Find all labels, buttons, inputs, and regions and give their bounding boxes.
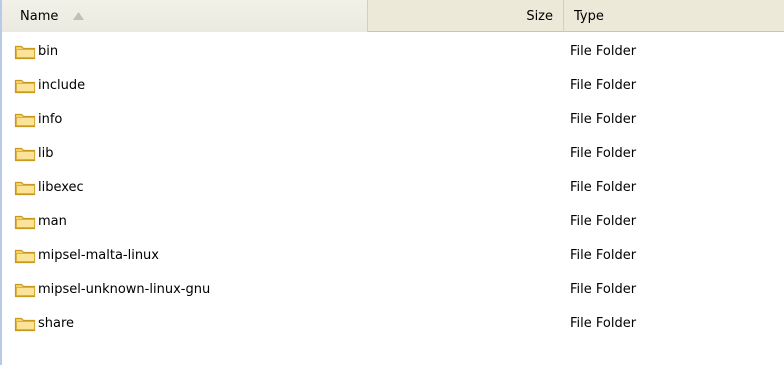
file-name: bin — [38, 43, 59, 59]
file-name: man — [38, 213, 67, 229]
column-header-type-label: Type — [574, 8, 604, 24]
column-header-size-label: Size — [526, 8, 553, 24]
file-list-view: Name Size Type bin File Folder include F… — [0, 0, 784, 365]
file-name-cell[interactable]: include — [14, 68, 85, 102]
file-row[interactable]: share File Folder — [2, 306, 784, 340]
file-name: include — [38, 77, 86, 93]
file-name-cell[interactable]: share — [14, 306, 74, 340]
file-name: lib — [38, 145, 54, 161]
folder-icon — [14, 113, 36, 128]
file-row[interactable]: info File Folder — [2, 102, 784, 136]
file-name: mipsel-unknown-linux-gnu — [38, 281, 211, 297]
folder-icon — [14, 45, 36, 60]
folder-icon — [14, 249, 36, 264]
column-header-name-label: Name — [20, 8, 59, 24]
column-header-name[interactable]: Name — [2, 0, 368, 32]
file-row[interactable]: bin File Folder — [2, 34, 784, 68]
file-row[interactable]: mipsel-malta-linux File Folder — [2, 238, 784, 272]
file-type: File Folder — [570, 179, 637, 195]
file-name-cell[interactable]: libexec — [14, 170, 84, 204]
file-name-cell[interactable]: bin — [14, 34, 58, 68]
sort-ascending-icon — [73, 12, 85, 20]
file-type: File Folder — [570, 111, 637, 127]
file-type: File Folder — [570, 247, 637, 263]
column-header-bar: Name Size Type — [2, 0, 784, 32]
folder-icon — [14, 215, 36, 230]
file-row[interactable]: man File Folder — [2, 204, 784, 238]
folder-icon — [14, 181, 36, 196]
file-type: File Folder — [570, 213, 637, 229]
file-name-cell[interactable]: man — [14, 204, 67, 238]
file-type: File Folder — [570, 43, 637, 59]
file-name-cell[interactable]: mipsel-unknown-linux-gnu — [14, 272, 210, 306]
file-type: File Folder — [570, 281, 637, 297]
file-row[interactable]: lib File Folder — [2, 136, 784, 170]
file-row[interactable]: mipsel-unknown-linux-gnu File Folder — [2, 272, 784, 306]
column-header-size[interactable]: Size — [368, 0, 564, 32]
folder-icon — [14, 147, 36, 162]
file-name: libexec — [38, 179, 84, 195]
file-name-cell[interactable]: info — [14, 102, 62, 136]
folder-icon — [14, 79, 36, 94]
file-type: File Folder — [570, 77, 637, 93]
file-name-cell[interactable]: lib — [14, 136, 53, 170]
file-rows: bin File Folder include File Folder info — [2, 34, 784, 340]
file-name-cell[interactable]: mipsel-malta-linux — [14, 238, 159, 272]
file-row[interactable]: libexec File Folder — [2, 170, 784, 204]
folder-icon — [14, 283, 36, 298]
file-name: info — [38, 111, 63, 127]
file-type: File Folder — [570, 315, 637, 331]
file-name: share — [38, 315, 75, 331]
file-type: File Folder — [570, 145, 637, 161]
column-header-type[interactable]: Type — [564, 0, 784, 32]
file-name: mipsel-malta-linux — [38, 247, 159, 263]
folder-icon — [14, 317, 36, 332]
file-row[interactable]: include File Folder — [2, 68, 784, 102]
